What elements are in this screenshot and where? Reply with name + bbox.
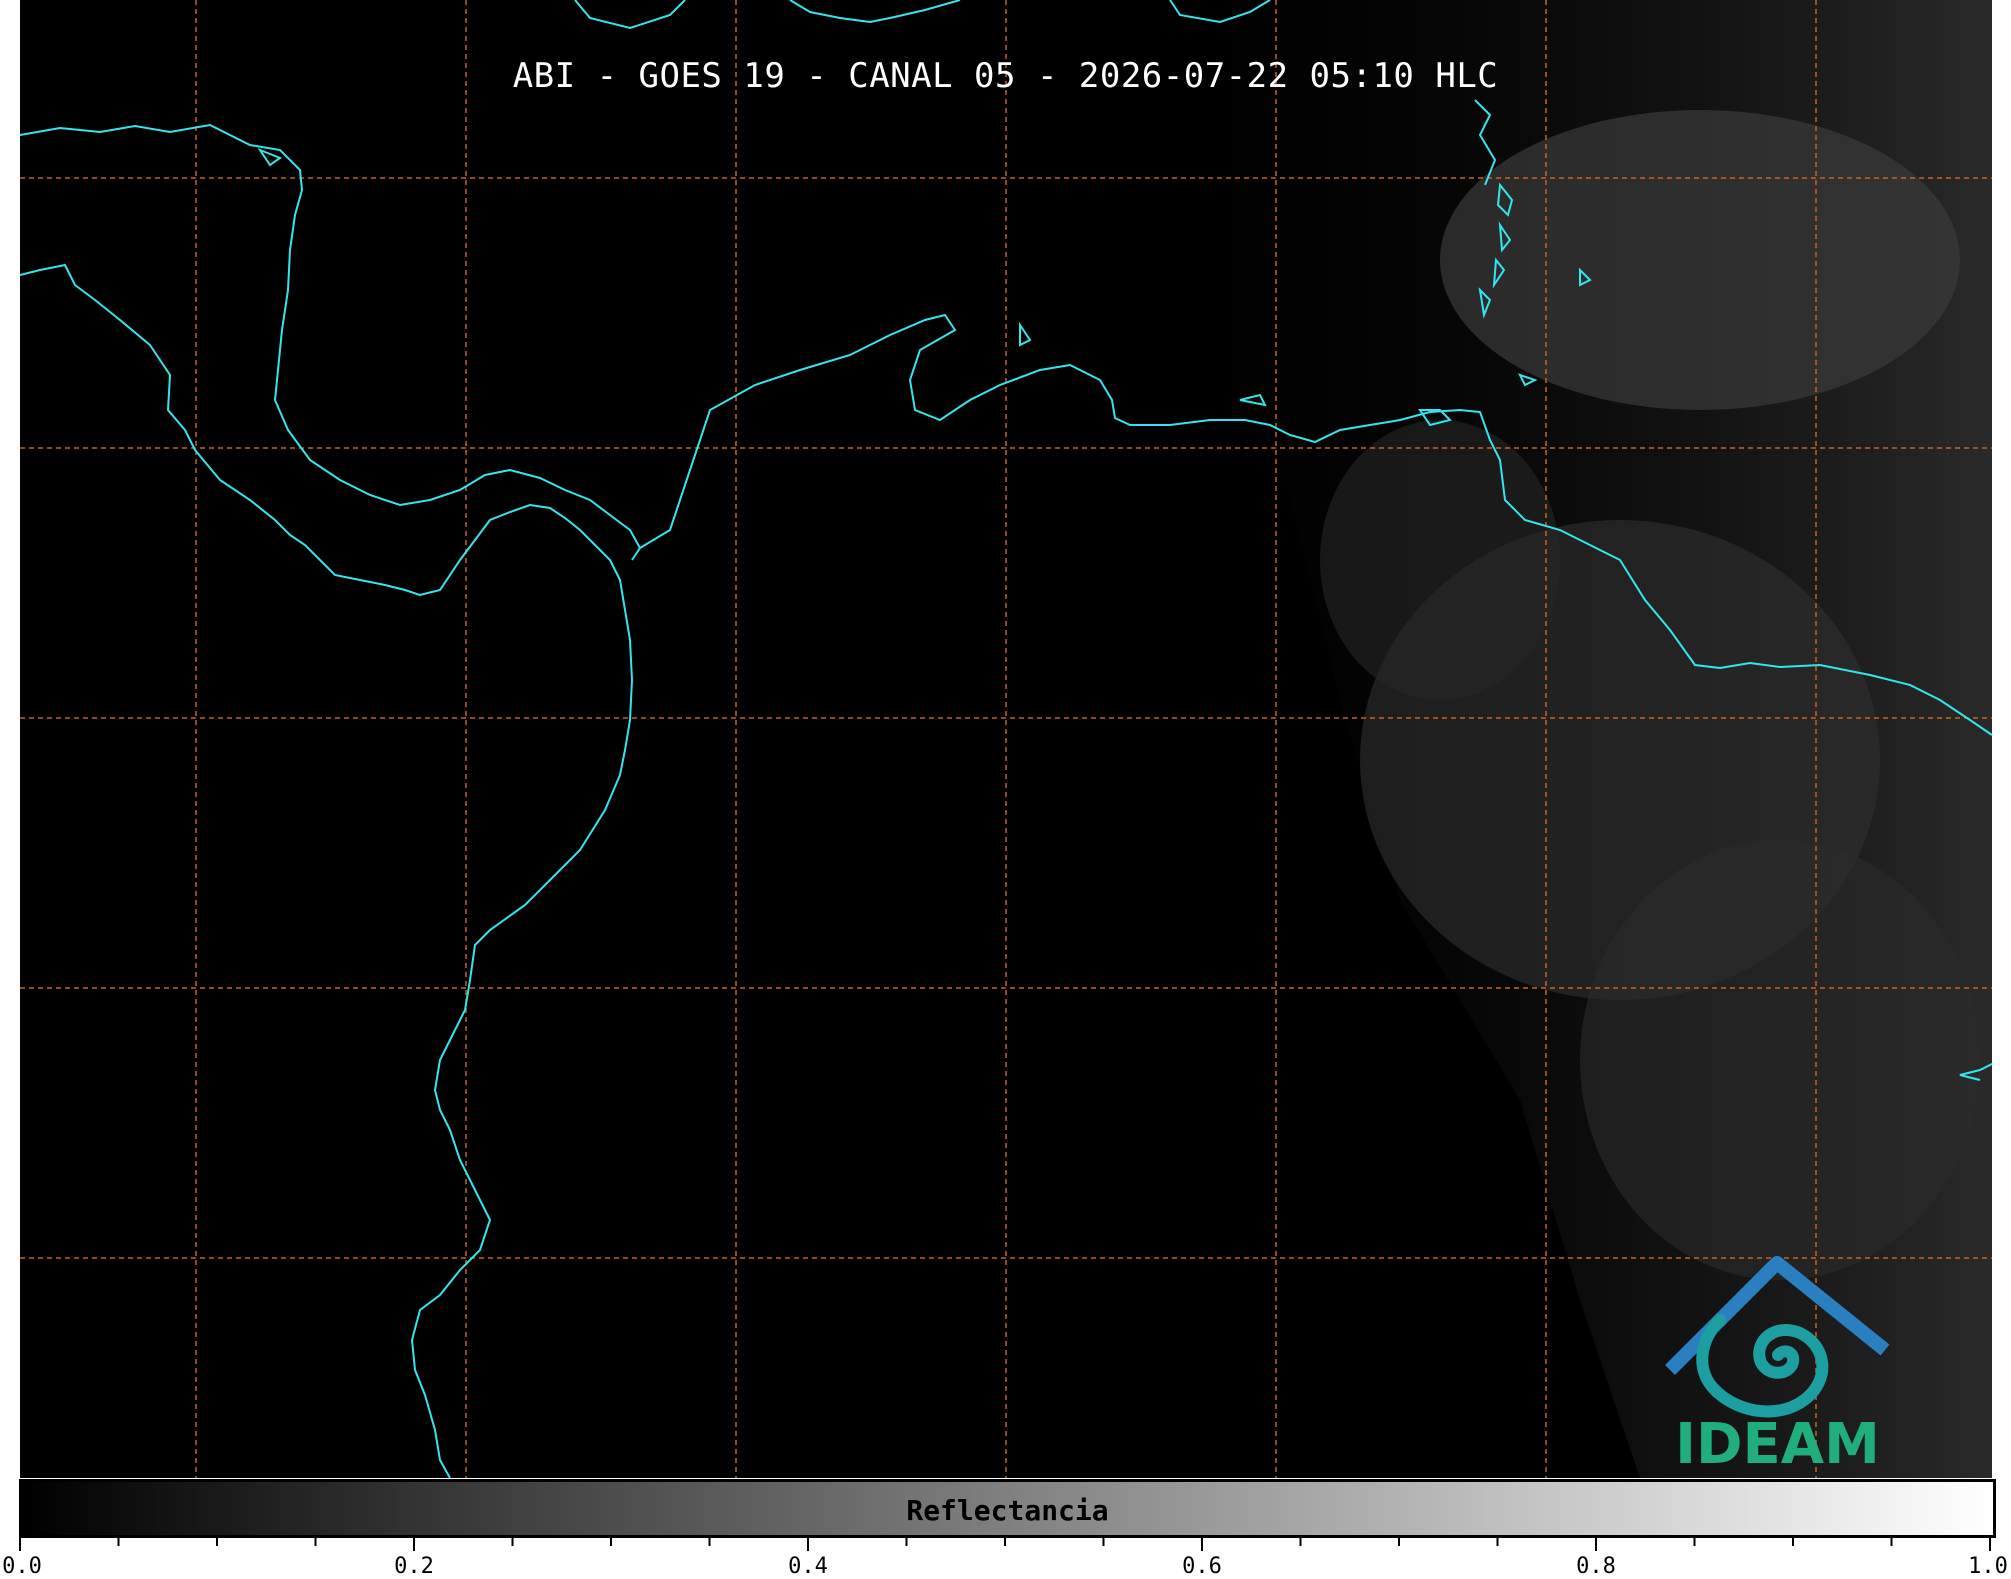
colorbar-tick-label: 0.6 [1182,1554,1222,1579]
colorbar-tick-label: 0.8 [1576,1554,1616,1579]
logo-text: IDEAM [1675,1412,1880,1477]
colorbar-tick-label: 0.4 [788,1554,828,1579]
colorbar-tick-label: 0.0 [2,1554,42,1579]
colorbar-tick-label: 0.2 [394,1554,434,1579]
colorbar-tick-label: 1.0 [1968,1554,2008,1579]
colorbar-label: Reflectancia [906,1494,1109,1527]
map-title: ABI - GOES 19 - CANAL 05 - 2026-07-22 05… [512,56,1499,96]
colorbar: Reflectancia [19,1479,1996,1538]
